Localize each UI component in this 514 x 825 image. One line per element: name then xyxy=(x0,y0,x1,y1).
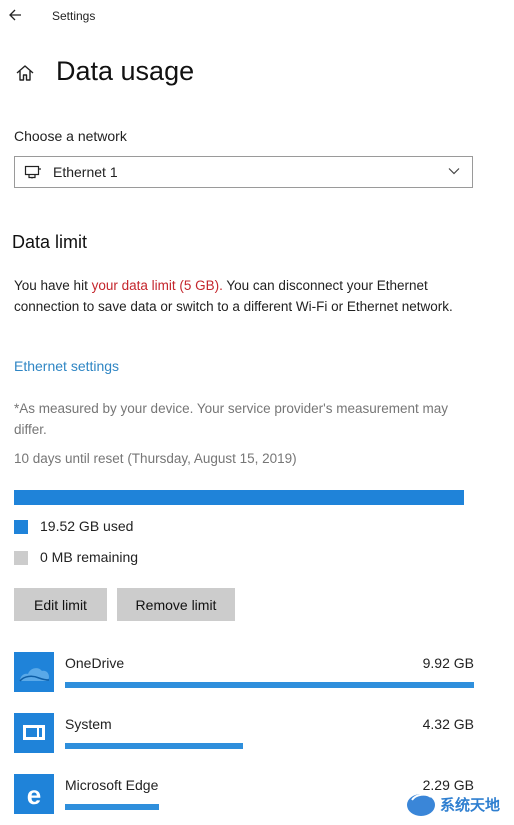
network-dropdown[interactable]: Ethernet 1 xyxy=(14,156,473,188)
app-size: 4.32 GB xyxy=(422,716,474,732)
measurement-note: *As measured by your device. Your servic… xyxy=(14,401,449,437)
ethernet-icon xyxy=(24,165,41,179)
title-bar: Settings xyxy=(0,0,514,34)
svg-text:e: e xyxy=(27,780,41,810)
back-button[interactable] xyxy=(6,4,28,26)
svg-text:系统天地: 系统天地 xyxy=(440,796,500,814)
app-usage-bar xyxy=(65,682,474,688)
app-usage-track xyxy=(65,682,474,688)
choose-network-label: Choose a network xyxy=(14,128,127,144)
app-usage-bar xyxy=(65,743,243,749)
edge-icon: e xyxy=(14,774,54,814)
watermark-logo: 系统天地 xyxy=(404,786,514,820)
app-usage-track xyxy=(65,743,474,749)
chevron-down-icon xyxy=(448,168,460,175)
reset-info: 10 days until reset (Thursday, August 15… xyxy=(14,451,297,466)
remove-limit-button[interactable]: Remove limit xyxy=(117,588,235,621)
home-icon xyxy=(14,62,36,84)
ethernet-settings-link[interactable]: Ethernet settings xyxy=(14,358,119,374)
back-arrow-icon xyxy=(9,9,21,21)
used-swatch xyxy=(14,520,28,534)
data-limit-heading: Data limit xyxy=(12,232,88,252)
page-title: Data usage xyxy=(56,56,195,86)
system-icon xyxy=(14,713,54,753)
app-name: Microsoft Edge xyxy=(65,777,159,793)
onedrive-icon xyxy=(14,652,54,692)
app-row-system[interactable]: System 4.32 GB xyxy=(14,713,474,761)
app-name: System xyxy=(65,716,112,732)
app-size: 9.92 GB xyxy=(422,655,474,671)
message-text: You have hit xyxy=(14,278,92,293)
data-usage-bar-fill xyxy=(14,490,464,505)
remaining-label: 0 MB remaining xyxy=(40,549,139,565)
data-limit-highlight: your data limit (5 GB). xyxy=(91,278,223,293)
remaining-swatch xyxy=(14,551,28,565)
used-label: 19.52 GB used xyxy=(40,518,134,534)
app-row-onedrive[interactable]: OneDrive 9.92 GB xyxy=(14,652,474,700)
edit-limit-button[interactable]: Edit limit xyxy=(14,588,107,621)
app-usage-bar xyxy=(65,804,160,810)
app-name: OneDrive xyxy=(65,655,125,671)
data-limit-message: You have hit your data limit (5 GB). You… xyxy=(14,276,476,317)
data-usage-bar xyxy=(14,490,464,505)
window-title: Settings xyxy=(52,9,96,23)
network-dropdown-value: Ethernet 1 xyxy=(53,164,118,180)
